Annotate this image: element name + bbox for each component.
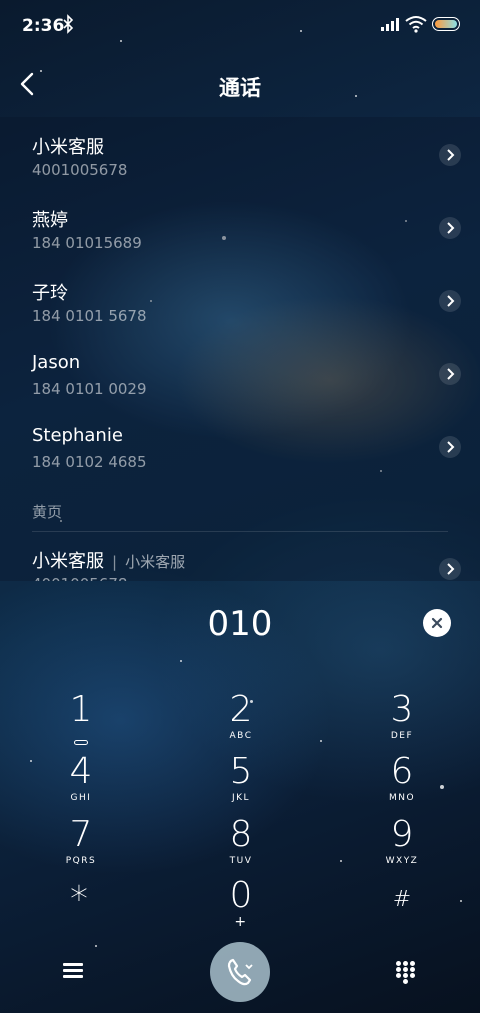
- detail-arrow-icon[interactable]: [439, 436, 461, 458]
- contact-row[interactable]: 小米客服 4001005678: [0, 133, 480, 205]
- dialed-number: 010: [207, 604, 273, 644]
- key-1[interactable]: 1: [31, 690, 131, 750]
- key-digit: 3: [390, 689, 414, 730]
- key-letters: WXYZ: [385, 856, 419, 866]
- contact-row[interactable]: Jason 184 0101 0029: [0, 352, 480, 424]
- key-0[interactable]: 0 +: [191, 876, 291, 936]
- contact-name: 子玲: [32, 283, 68, 304]
- contact-name: 小米客服: [32, 137, 104, 158]
- key-digit: 0: [229, 875, 253, 916]
- page-title: 通话: [219, 76, 261, 100]
- yellow-pages-name: 小米客服: [32, 551, 104, 572]
- detail-arrow-icon[interactable]: [439, 558, 461, 580]
- key-digit: 2: [229, 689, 253, 730]
- key-4[interactable]: 4 GHI: [31, 752, 131, 812]
- key-digit: 7: [69, 814, 93, 855]
- detail-arrow-icon[interactable]: [439, 363, 461, 385]
- contact-row[interactable]: 子玲 184 0101 5678: [0, 279, 480, 351]
- contact-number: 184 0101 0029: [32, 380, 147, 398]
- contact-row[interactable]: 燕婷 184 01015689: [0, 206, 480, 278]
- key-9[interactable]: 9 WXYZ: [352, 815, 452, 875]
- status-time: 2:36: [22, 16, 65, 36]
- key-digit: 4: [69, 751, 93, 792]
- contact-name: Jason: [32, 352, 81, 373]
- status-bar: 2:36: [0, 0, 480, 52]
- yellow-pages-separator: |: [112, 553, 118, 571]
- key-digit: 5: [229, 751, 253, 792]
- section-divider: [32, 531, 448, 532]
- yellow-pages-header: 黄页: [32, 503, 63, 521]
- yellow-pages-tag: 小米客服: [125, 553, 186, 571]
- clear-button[interactable]: [423, 609, 451, 637]
- contact-number: 184 0102 4685: [32, 453, 147, 471]
- key-digit: 6: [390, 751, 414, 792]
- key-letters: JKL: [231, 793, 251, 803]
- key-letters: MNO: [388, 793, 416, 803]
- yellow-pages-entry: 小米客服 | 小米客服: [32, 547, 185, 573]
- key-digit: *: [70, 879, 88, 920]
- detail-arrow-icon[interactable]: [439, 217, 461, 239]
- key-8[interactable]: 8 TUV: [191, 815, 291, 875]
- key-star[interactable]: *: [29, 880, 129, 940]
- phone-icon: [227, 958, 253, 986]
- detail-arrow-icon[interactable]: [439, 144, 461, 166]
- contact-name: Stephanie: [32, 425, 123, 446]
- key-letters: PQRS: [65, 856, 97, 866]
- key-digit: 1: [69, 689, 93, 730]
- key-3[interactable]: 3 DEF: [352, 690, 452, 750]
- call-button[interactable]: [210, 942, 270, 1002]
- dialpad-toggle-icon[interactable]: [396, 961, 416, 984]
- key-6[interactable]: 6 MNO: [352, 752, 452, 812]
- key-2[interactable]: 2 ABC: [191, 690, 291, 750]
- key-digit: 9: [390, 814, 414, 855]
- key-hash[interactable]: #: [352, 880, 452, 940]
- bluetooth-icon: [63, 14, 74, 34]
- key-letters: TUV: [229, 856, 253, 866]
- key-letters: ABC: [229, 731, 253, 741]
- contact-name: 燕婷: [32, 210, 68, 231]
- contact-row[interactable]: Stephanie 184 0102 4685: [0, 425, 480, 497]
- key-letters: GHI: [70, 793, 92, 803]
- menu-icon[interactable]: [63, 963, 83, 979]
- dial-display: 010: [0, 600, 480, 650]
- key-digit: 8: [229, 814, 253, 855]
- contact-number: 4001005678: [32, 575, 127, 581]
- contact-results-panel: 小米客服 4001005678 燕婷 184 01015689 子玲 184 0…: [0, 117, 480, 581]
- key-letters: +: [234, 914, 248, 930]
- detail-arrow-icon[interactable]: [439, 290, 461, 312]
- voicemail-icon: [74, 740, 88, 745]
- wifi-icon: [405, 16, 427, 33]
- signal-icon: [381, 18, 399, 31]
- contact-number: 184 0101 5678: [32, 307, 147, 325]
- contact-number: 184 01015689: [32, 234, 142, 252]
- key-7[interactable]: 7 PQRS: [31, 815, 131, 875]
- yellow-pages-row[interactable]: 小米客服 | 小米客服 4001005678: [0, 547, 480, 581]
- contact-number: 4001005678: [32, 161, 128, 179]
- key-5[interactable]: 5 JKL: [191, 752, 291, 812]
- key-digit: #: [392, 887, 412, 912]
- battery-icon: [432, 17, 460, 31]
- app-header: 通话: [0, 60, 480, 110]
- close-icon: [431, 617, 443, 629]
- key-letters: DEF: [390, 731, 414, 741]
